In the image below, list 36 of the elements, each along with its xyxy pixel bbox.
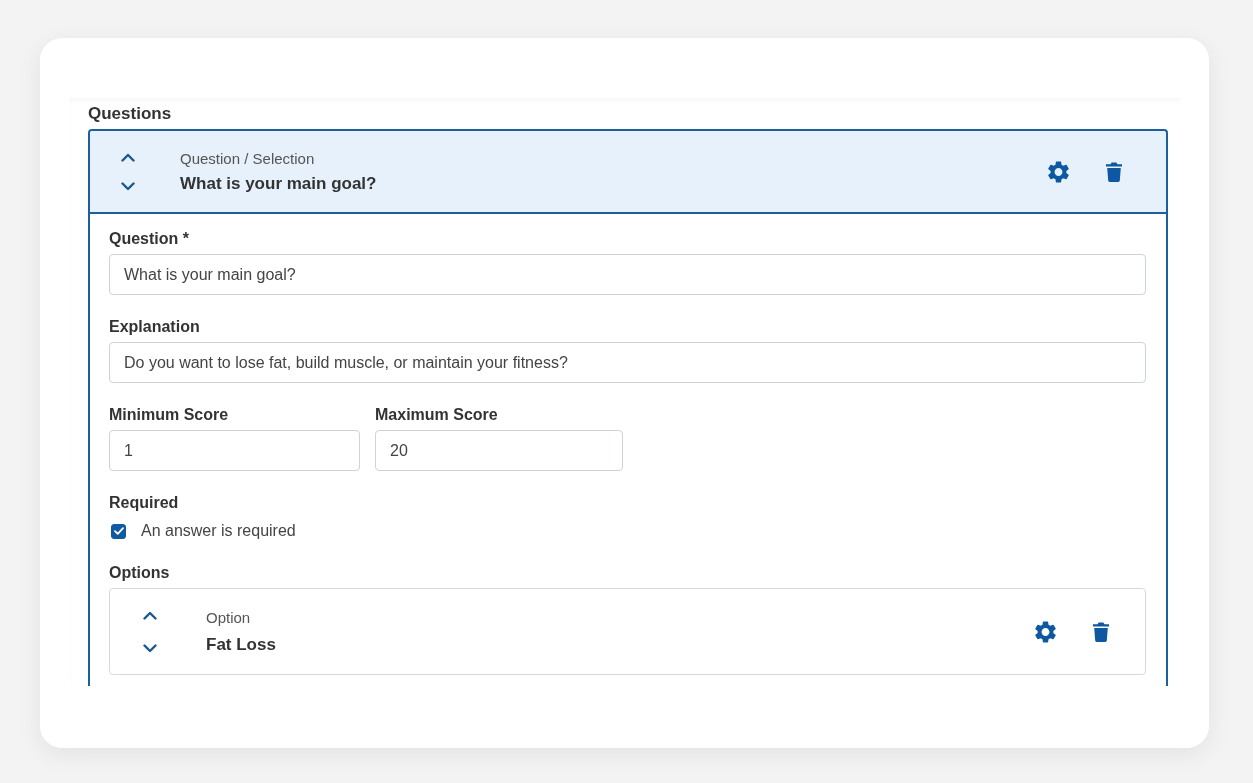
settings-icon <box>1048 160 1069 183</box>
settings-icon <box>1035 620 1056 643</box>
chevron-up-icon <box>143 610 157 620</box>
option-card[interactable]: Option Fat Loss <box>109 588 1146 675</box>
option-title: Fat Loss <box>206 633 276 656</box>
field-label: Minimum Score <box>109 405 230 425</box>
question-type: Question / Selection <box>180 148 316 168</box>
check-icon <box>113 527 124 535</box>
field-label: Question * <box>109 229 190 249</box>
question-title: What is your main goal? <box>180 172 377 195</box>
trash-icon <box>1106 161 1122 182</box>
checkbox[interactable] <box>111 523 126 539</box>
field-label: Explanation <box>109 317 201 337</box>
chevron-down-icon <box>143 643 157 653</box>
field-label: Maximum Score <box>375 405 499 425</box>
delete-button[interactable] <box>1093 621 1109 642</box>
chevron-down-icon <box>121 181 135 191</box>
settings-button[interactable] <box>1048 160 1069 183</box>
text-field[interactable]: What is your main goal? <box>109 254 1146 295</box>
question-header[interactable]: Question / Selection What is your main goal? <box>90 131 1166 214</box>
number-field[interactable]: 1 <box>109 430 360 471</box>
field-label: Options <box>109 563 171 583</box>
section-title: Questions <box>88 103 173 125</box>
field-label: Required <box>109 493 180 513</box>
text-field[interactable]: Do you want to lose fat, build muscle, or maintain your fitness? <box>109 342 1146 383</box>
move-down-button[interactable] <box>121 181 135 191</box>
trash-icon <box>1093 621 1109 642</box>
move-up-button[interactable] <box>143 610 157 620</box>
settings-button[interactable] <box>1035 620 1056 643</box>
option-type: Option <box>206 607 252 627</box>
move-down-button[interactable] <box>143 643 157 653</box>
checkbox-label[interactable]: An answer is required <box>141 521 296 541</box>
move-up-button[interactable] <box>121 152 135 162</box>
delete-button[interactable] <box>1106 161 1122 182</box>
number-field[interactable]: 20 <box>375 430 623 471</box>
chevron-up-icon <box>121 152 135 162</box>
